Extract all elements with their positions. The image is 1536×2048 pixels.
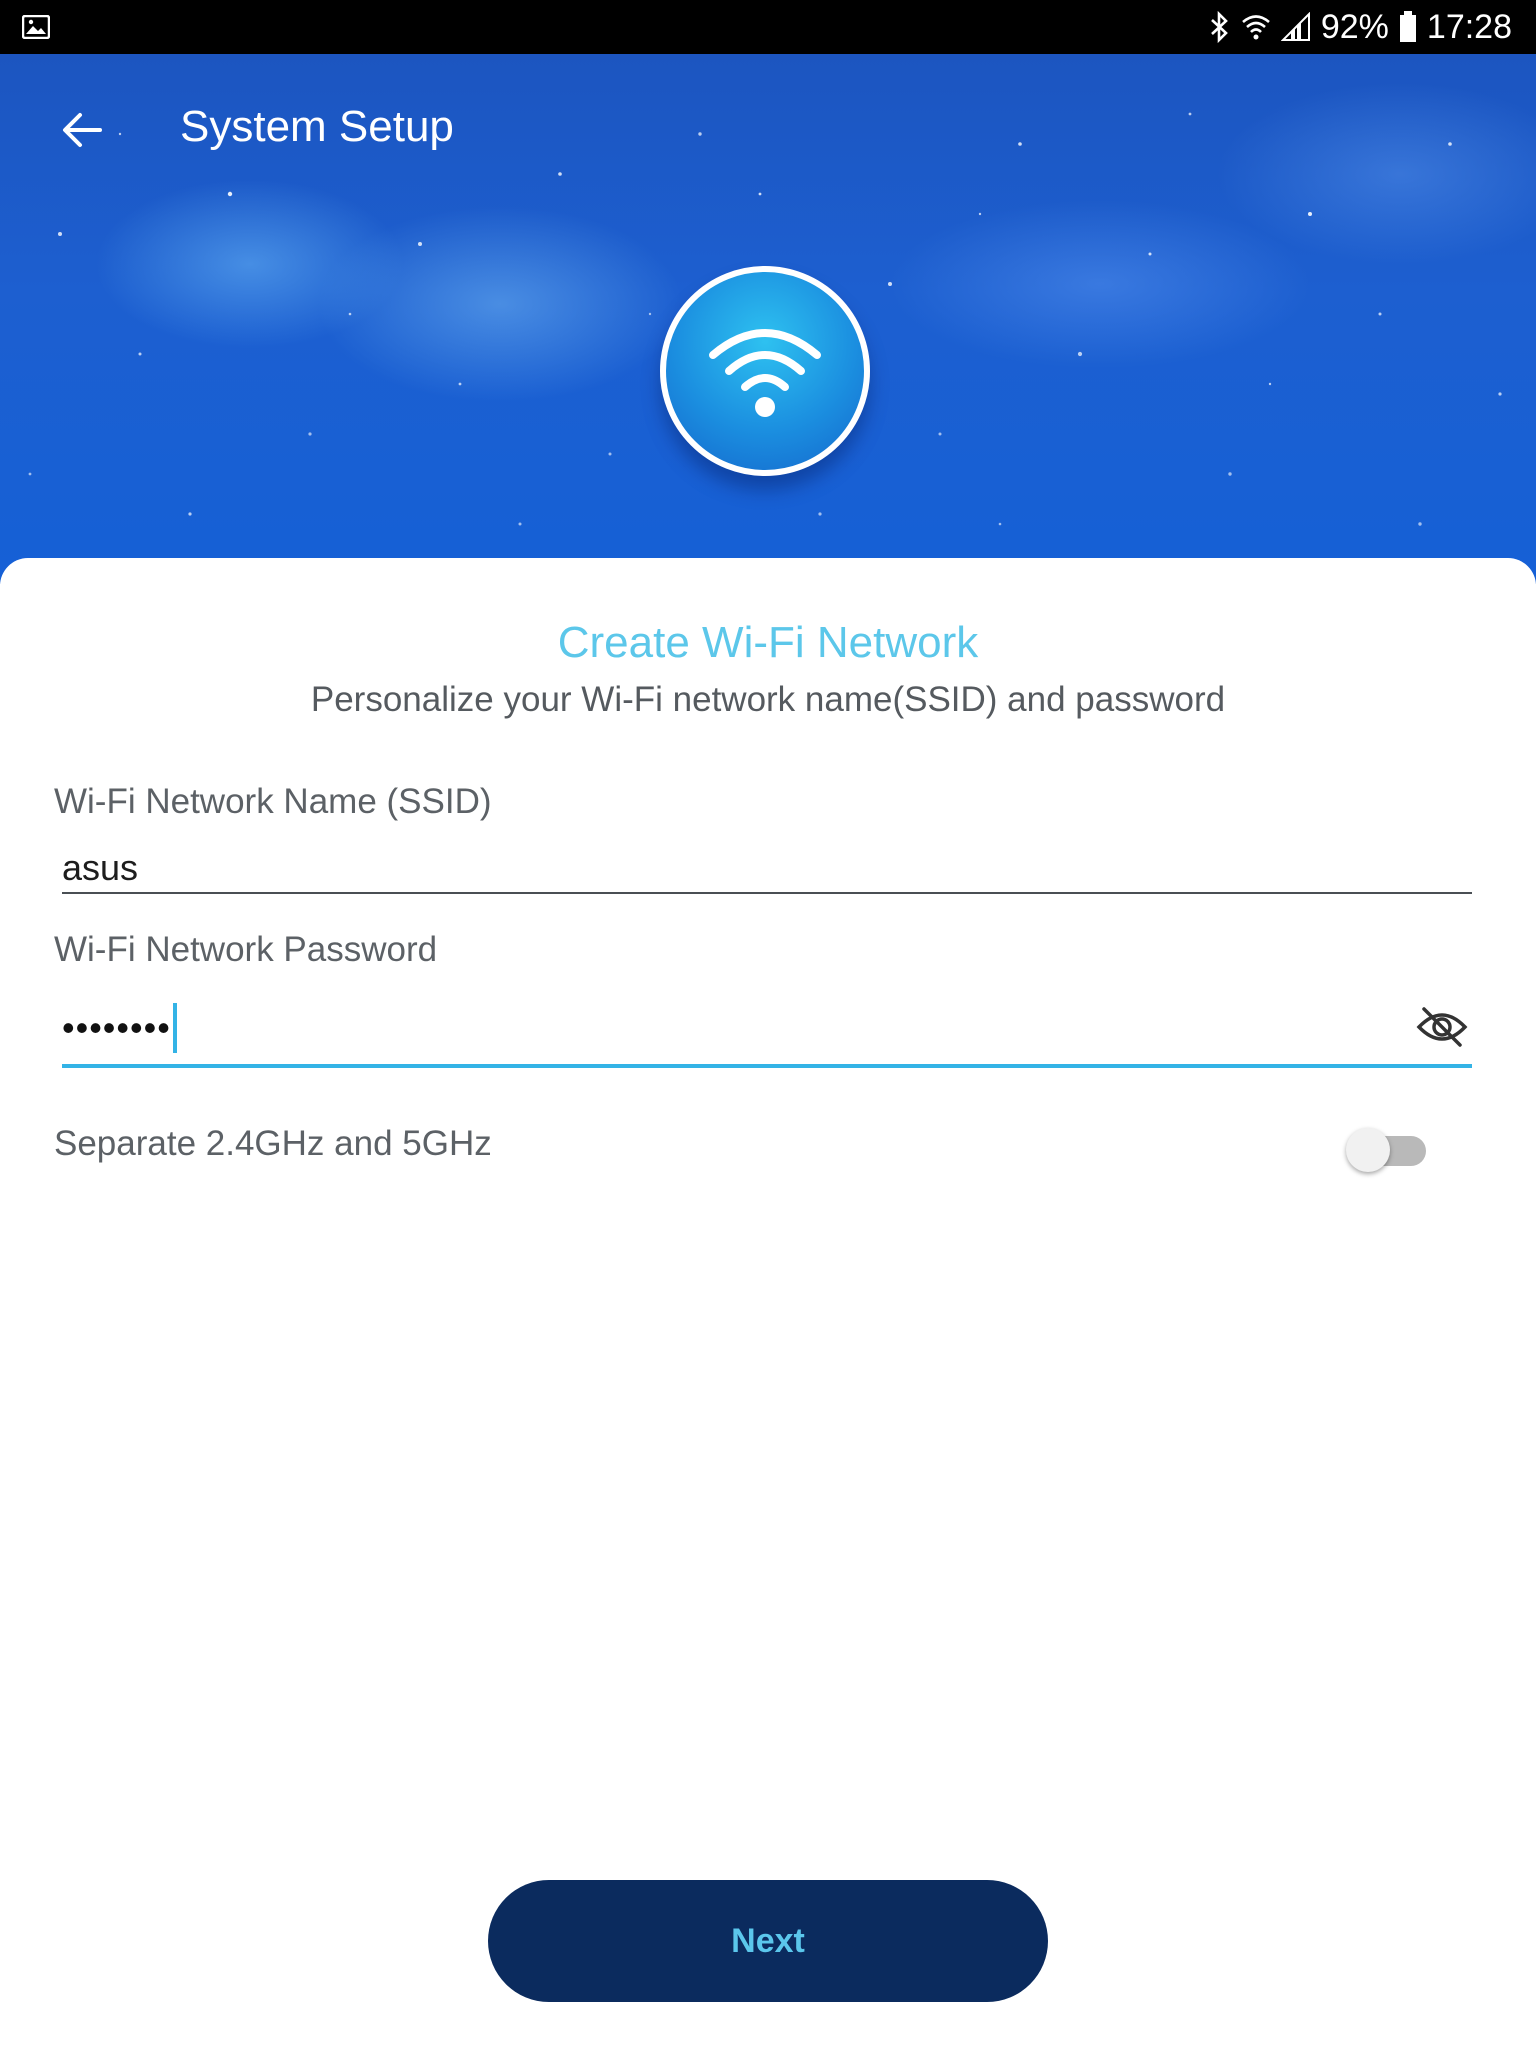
ssid-label: Wi-Fi Network Name (SSID) [54, 782, 492, 821]
card-subtitle: Personalize your Wi-Fi network name(SSID… [310, 680, 1226, 719]
back-button[interactable] [50, 98, 114, 162]
toggle-password-visibility-button[interactable] [1412, 1002, 1472, 1052]
separate-bands-toggle[interactable] [1346, 1122, 1426, 1172]
status-bar: 92% 17:28 [0, 0, 1536, 54]
eye-off-icon [1416, 1007, 1468, 1047]
password-masked-value: •••••••• [62, 1007, 171, 1048]
separate-bands-label: Separate 2.4GHz and 5GHz [54, 1124, 492, 1163]
password-input[interactable]: •••••••• [62, 1003, 177, 1053]
bluetooth-icon [1210, 11, 1228, 43]
signal-icon [1280, 12, 1310, 41]
header-banner: System Setup [0, 54, 1536, 584]
wifi-icon [709, 329, 821, 417]
ssid-input[interactable] [62, 844, 1472, 894]
next-button[interactable]: Next [488, 1880, 1048, 2002]
page-title: System Setup [180, 102, 454, 151]
setup-card: Create Wi-Fi Network Personalize your Wi… [0, 558, 1536, 2048]
arrow-left-icon [63, 113, 102, 147]
battery-percent: 92% [1320, 7, 1389, 46]
text-caret [172, 1003, 177, 1053]
wifi-icon [1242, 15, 1270, 40]
wifi-badge [660, 266, 870, 476]
gallery-icon [22, 15, 50, 39]
battery-icon [1399, 11, 1416, 42]
clock: 17:28 [1426, 7, 1512, 46]
password-field[interactable]: •••••••• [62, 992, 1472, 1068]
toggle-thumb [1346, 1128, 1390, 1172]
card-title: Create Wi-Fi Network [557, 618, 979, 667]
password-label: Wi-Fi Network Password [54, 930, 438, 969]
